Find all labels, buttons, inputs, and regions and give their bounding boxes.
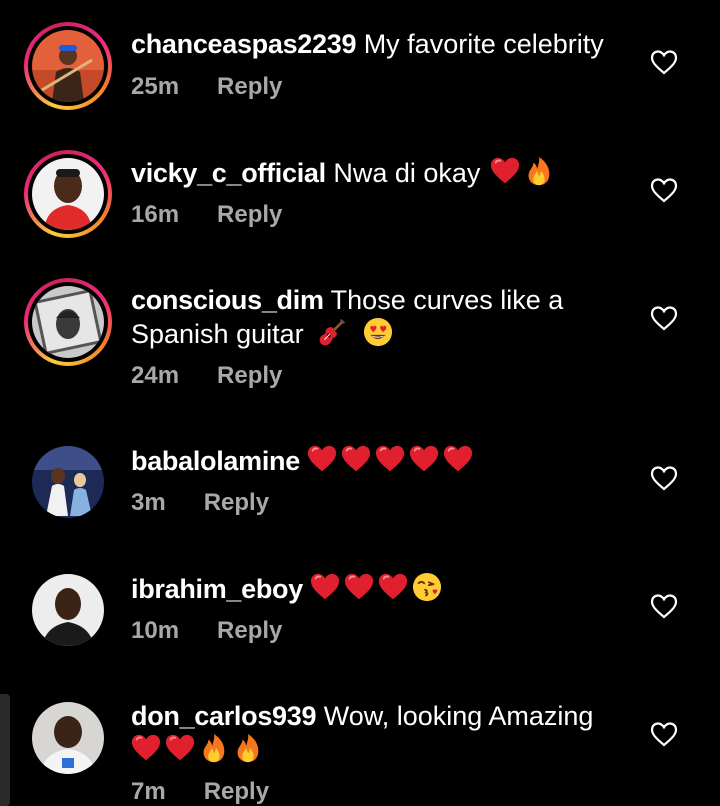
comment-meta: 25m Reply (131, 73, 282, 101)
comment-username[interactable]: chanceaspas2239 (131, 29, 356, 59)
avatar-story-ring[interactable] (24, 22, 112, 110)
comment-username[interactable]: babalolamine (131, 446, 300, 476)
avatar-image (32, 446, 104, 518)
comment-body: Wow, looking Amazing (323, 701, 594, 731)
like-heart-icon[interactable] (650, 721, 678, 747)
comment-meta: 16m Reply (131, 201, 282, 229)
comment-time: 3m (131, 489, 166, 516)
comment-text: conscious_dim Those curves like a Spanis… (131, 284, 631, 351)
comment-text: vicky_c_official Nwa di okay (131, 156, 631, 190)
avatar (32, 30, 104, 102)
comment-meta: 24m Reply (131, 362, 282, 390)
reply-button[interactable]: Reply (204, 778, 269, 806)
reply-button[interactable]: Reply (217, 362, 282, 390)
reply-button[interactable]: Reply (217, 201, 282, 229)
heart-eyes-emoji (363, 317, 393, 347)
comment-body-line2: Spanish guitar (131, 319, 304, 349)
like-heart-icon[interactable] (650, 465, 678, 491)
comment-meta: 3m Reply (131, 489, 269, 517)
reply-button[interactable]: Reply (217, 617, 282, 645)
comment-body: Those curves like a (330, 285, 564, 315)
like-heart-icon[interactable] (650, 305, 678, 331)
scroll-edge-handle[interactable] (0, 694, 10, 806)
comment-text: babalolamine (131, 444, 631, 478)
like-heart-icon[interactable] (650, 593, 678, 619)
comment-meta: 10m Reply (131, 617, 282, 645)
comment-time: 16m (131, 201, 180, 228)
red-heart-emoji (375, 444, 405, 474)
avatar-image (32, 574, 104, 646)
comment-meta: 7m Reply (131, 778, 269, 806)
red-heart-emoji (341, 444, 371, 474)
reply-button[interactable]: Reply (217, 73, 282, 101)
fire-emoji (199, 733, 229, 763)
guitar-emoji (317, 317, 347, 347)
red-heart-emoji (409, 444, 439, 474)
comment-time: 7m (131, 778, 166, 805)
red-heart-emoji (165, 733, 195, 763)
avatar (32, 158, 104, 230)
comment-username[interactable]: conscious_dim (131, 285, 324, 315)
comment-body: Nwa di okay (333, 158, 481, 188)
kissing-heart-emoji (412, 572, 442, 602)
red-heart-emoji (131, 733, 161, 763)
red-heart-emoji (307, 444, 337, 474)
red-heart-emoji (344, 572, 374, 602)
comment-username[interactable]: ibrahim_eboy (131, 574, 303, 604)
comment-time: 24m (131, 362, 180, 389)
comment-time: 25m (131, 73, 180, 100)
avatar[interactable] (24, 566, 112, 654)
comment-text: don_carlos939 Wow, looking Amazing (131, 700, 631, 767)
avatar[interactable] (24, 438, 112, 526)
red-heart-emoji (490, 156, 520, 186)
red-heart-emoji (443, 444, 473, 474)
avatar-story-ring[interactable] (24, 278, 112, 366)
fire-emoji (524, 156, 554, 186)
comment-body: My favorite celebrity (363, 29, 604, 59)
fire-emoji (233, 733, 263, 763)
red-heart-emoji (310, 572, 340, 602)
avatar (32, 286, 104, 358)
like-heart-icon[interactable] (650, 177, 678, 203)
comment-text: ibrahim_eboy (131, 572, 631, 606)
avatar-image (32, 702, 104, 774)
reply-button[interactable]: Reply (204, 489, 269, 517)
comment-username[interactable]: don_carlos939 (131, 701, 317, 731)
red-heart-emoji (378, 572, 408, 602)
avatar-story-ring[interactable] (24, 150, 112, 238)
like-heart-icon[interactable] (650, 49, 678, 75)
comment-text: chanceaspas2239 My favorite celebrity (131, 28, 631, 61)
comment-username[interactable]: vicky_c_official (131, 158, 326, 188)
avatar[interactable] (24, 694, 112, 782)
comment-time: 10m (131, 617, 180, 644)
